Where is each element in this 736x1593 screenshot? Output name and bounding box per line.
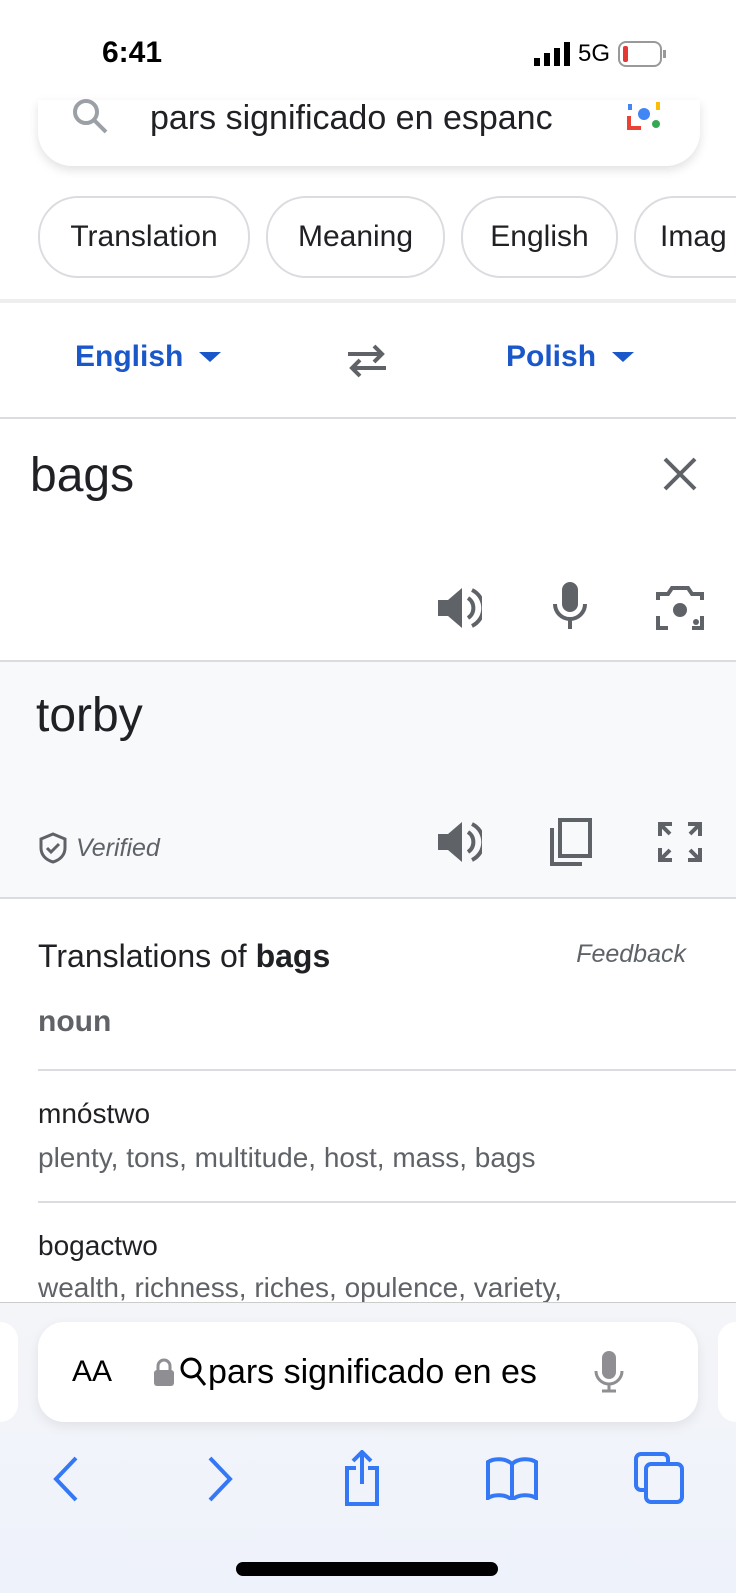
address-bar[interactable]: AA pars significado en es <box>38 1322 698 1422</box>
chevron-down-icon <box>612 352 635 362</box>
source-language-label: English <box>75 340 184 373</box>
divider <box>38 1069 736 1071</box>
target-language-label: Polish <box>506 340 597 373</box>
signal-icon <box>533 42 570 66</box>
network-label: 5G <box>577 40 610 67</box>
microphone-icon[interactable] <box>594 1351 624 1393</box>
divider <box>38 1201 736 1203</box>
source-language-select[interactable]: English <box>75 340 222 374</box>
translation-synonyms: wealth, richness, riches, opulence, vari… <box>38 1272 562 1303</box>
divider <box>0 299 736 303</box>
divider <box>0 897 736 899</box>
bookmarks-icon[interactable] <box>486 1456 538 1500</box>
home-indicator <box>236 1562 498 1576</box>
verified-label: Verified <box>76 833 160 862</box>
verified-badge: Verified <box>38 832 160 864</box>
chip-images[interactable]: Imag <box>634 196 736 278</box>
microphone-icon[interactable] <box>552 582 588 630</box>
translation-word: bogactwo <box>38 1230 158 1261</box>
search-icon <box>180 1357 207 1386</box>
chip-meaning[interactable]: Meaning <box>266 196 445 278</box>
battery-icon <box>618 41 666 67</box>
url-text[interactable]: pars significado en es <box>208 1353 568 1392</box>
search-box[interactable]: pars significado en espanc <box>38 99 700 166</box>
previous-tab-peek[interactable] <box>0 1322 18 1422</box>
translations-heading: Translations of bags <box>38 938 330 975</box>
chip-english[interactable]: English <box>461 196 618 278</box>
heading-prefix: Translations of <box>38 938 256 974</box>
search-icon <box>73 99 108 134</box>
copy-icon[interactable] <box>548 818 592 866</box>
verified-shield-icon <box>39 832 67 864</box>
status-bar-right: 5G <box>533 40 666 68</box>
target-language-select[interactable]: Polish <box>506 340 635 374</box>
chip-translation[interactable]: Translation <box>38 196 250 278</box>
forward-icon[interactable] <box>206 1456 234 1502</box>
translated-text: torby <box>36 689 143 742</box>
filter-chips: Translation Meaning English Imag <box>38 196 736 278</box>
camera-icon[interactable] <box>656 586 704 630</box>
speaker-icon[interactable] <box>436 820 482 864</box>
translation-synonyms: plenty, tons, multitude, host, mass, bag… <box>38 1142 536 1173</box>
feedback-link[interactable]: Feedback <box>576 940 686 969</box>
speaker-icon[interactable] <box>436 586 482 630</box>
divider <box>0 417 736 419</box>
chevron-down-icon <box>199 352 222 362</box>
reader-aa-button[interactable]: AA <box>72 1355 112 1389</box>
next-tab-peek[interactable] <box>718 1322 736 1422</box>
source-text-input[interactable]: bags <box>30 448 134 503</box>
part-of-speech: noun <box>38 1005 112 1038</box>
back-icon[interactable] <box>52 1456 80 1502</box>
status-time: 6:41 <box>102 36 163 69</box>
google-lens-icon[interactable] <box>626 100 662 136</box>
swap-languages-icon[interactable] <box>344 342 390 378</box>
lock-icon <box>154 1358 175 1386</box>
clear-icon[interactable] <box>662 456 698 492</box>
search-query[interactable]: pars significado en espanc <box>150 99 590 138</box>
tabs-icon[interactable] <box>634 1452 686 1504</box>
share-icon[interactable] <box>344 1450 380 1506</box>
heading-word: bags <box>255 938 331 974</box>
translation-word: mnóstwo <box>38 1098 151 1129</box>
fullscreen-icon[interactable] <box>656 820 704 864</box>
